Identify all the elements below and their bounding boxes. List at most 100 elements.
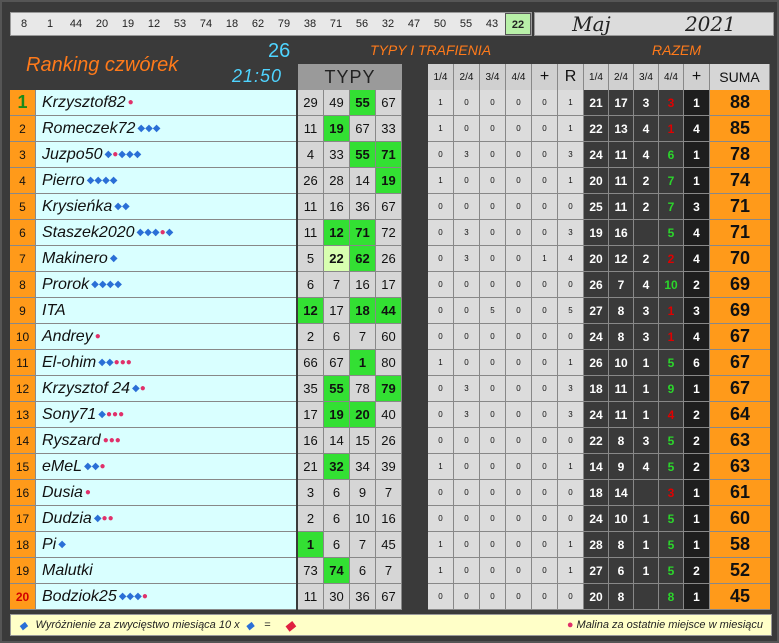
typy-cell: 55 <box>350 142 376 167</box>
typy-cell: 20 <box>350 402 376 427</box>
award-icons: ● <box>95 331 101 342</box>
razem-cell: 1 <box>684 168 710 193</box>
award-icons: ◆◆◆●◆ <box>137 227 174 238</box>
player-row[interactable]: 13 Sony71 ◆●●● <box>10 402 296 428</box>
diamond-icon: ◆ <box>152 123 161 134</box>
player-row[interactable]: 8 Prorok ◆◆◆◆ <box>10 272 296 298</box>
trafienia-cell: 0 <box>506 272 532 297</box>
rank-position: 7 <box>10 246 36 271</box>
typy-cell: 7 <box>350 324 376 349</box>
trafienia-cell: 0 <box>506 376 532 401</box>
trafienia-cell: 0 <box>480 194 506 219</box>
player-row[interactable]: 4 Pierro ◆◆◆◆ <box>10 168 296 194</box>
trafienia-row: 000000 <box>428 428 584 454</box>
player-row[interactable]: 2 Romeczek72 ◆◆◆ <box>10 116 296 142</box>
trafienia-cell: 0 <box>454 324 480 349</box>
razem-cell: 4 <box>634 116 659 141</box>
award-icons: ◆ <box>58 539 66 550</box>
player-row[interactable]: 18 Pi ◆ <box>10 532 296 558</box>
typy-cell: 28 <box>324 168 350 193</box>
razem-row: 14 9 4 5 2 63 <box>584 454 770 480</box>
player-row[interactable]: 9 ITA <box>10 298 296 324</box>
raspberry-icon: ● <box>125 357 132 368</box>
trafienia-cell: 0 <box>480 428 506 453</box>
razem-cell: 22 <box>584 428 609 453</box>
player-row[interactable]: 11 El-ohim ◆◆●●● <box>10 350 296 376</box>
player-row[interactable]: 19 Malutki <box>10 558 296 584</box>
razem-cell <box>634 220 659 245</box>
typy-row: 4 33 55 71 <box>298 142 402 168</box>
trafienia-cell: 0 <box>558 428 584 453</box>
raspberry-icon: ● <box>139 383 146 394</box>
razem-header-row: 1/4 2/4 3/4 4/4 + SUMA <box>584 64 770 90</box>
razem-cell: 8 <box>609 428 634 453</box>
razem-cell: 25 <box>584 194 609 219</box>
razem-row: 25 11 2 7 3 71 <box>584 194 770 220</box>
player-name: Malutki <box>42 561 93 579</box>
razem-cell: 3 <box>634 90 659 115</box>
suma-cell: 67 <box>710 376 770 401</box>
diamond-icon: ◆ <box>114 201 122 212</box>
player-list: 1 Krzysztof82 ● 2 Romeczek72 ◆◆◆ 3 Juzpo50 ◆●◆◆◆… <box>10 90 296 610</box>
razem-row: 24 11 1 4 2 64 <box>584 402 770 428</box>
trafienia-cell: 0 <box>506 428 532 453</box>
award-icons: ●●● <box>103 435 121 446</box>
razem-table: 1/4 2/4 3/4 4/4 + SUMA 21 17 3 3 1 88 22 13 4 1 4 85 24 11 4… <box>584 64 770 610</box>
player-row[interactable]: 16 Dusia ● <box>10 480 296 506</box>
typy-cell: 17 <box>376 272 402 297</box>
trafienia-cell: 0 <box>480 272 506 297</box>
razem-cell: 9 <box>659 376 684 401</box>
trafienia-cell: 0 <box>506 558 532 583</box>
trafienia-cell: 3 <box>454 402 480 427</box>
razem-cell: 7 <box>659 168 684 193</box>
player-row[interactable]: 17 Dudzia ◆●● <box>10 506 296 532</box>
diamond-icon: ◆ <box>165 227 174 238</box>
typy-cell: 26 <box>376 246 402 271</box>
razem-cell: 18 <box>584 480 609 505</box>
legend-footer: ◆ Wyróżnienie za zwycięstwo miesiąca 10 … <box>10 614 772 636</box>
player-row[interactable]: 5 Krysieńka ◆◆ <box>10 194 296 220</box>
trafienia-cell: 0 <box>454 298 480 323</box>
drawn-number: 18 <box>225 18 239 30</box>
razem-cell: 10 <box>609 350 634 375</box>
razem-cell: 20 <box>584 246 609 271</box>
razem-cell: 8 <box>609 298 634 323</box>
player-row[interactable]: 14 Ryszard ●●● <box>10 428 296 454</box>
trafienia-cell: 0 <box>532 116 558 141</box>
trafienia-cell: 3 <box>454 246 480 271</box>
razem-cell: 19 <box>584 220 609 245</box>
diamond-icon: ◆ <box>114 279 122 290</box>
drawn-number: 32 <box>381 18 395 30</box>
razem-cell: 1 <box>634 558 659 583</box>
diamond-icon: ◆ <box>93 513 102 524</box>
ranking-panel: 8 1 44 20 19 12 53 74 18 62 79 38 71 56 32 47 50 55 43 22 M… <box>0 0 779 643</box>
player-row[interactable]: 6 Staszek2020 ◆◆◆●◆ <box>10 220 296 246</box>
player-row[interactable]: 10 Andrey ● <box>10 324 296 350</box>
trafienia-cell: 1 <box>558 558 584 583</box>
typy-row: 17 19 20 40 <box>298 402 402 428</box>
player-row[interactable]: 3 Juzpo50 ◆●◆◆◆ <box>10 142 296 168</box>
razem-cell: 28 <box>584 532 609 557</box>
razem-label: RAZEM <box>652 42 701 58</box>
razem-cell: 4 <box>684 116 710 141</box>
player-row[interactable]: 15 eMeL ◆◆● <box>10 454 296 480</box>
trafienia-cell: 1 <box>428 454 454 479</box>
razem-cell: 27 <box>584 298 609 323</box>
player-row[interactable]: 1 Krzysztof82 ● <box>10 90 296 116</box>
trafienia-cell: 1 <box>558 532 584 557</box>
razem-cell: 11 <box>609 142 634 167</box>
typy-cell: 26 <box>298 168 324 193</box>
player-row[interactable]: 7 Makinero ◆ <box>10 246 296 272</box>
trafienia-cell: 0 <box>480 558 506 583</box>
player-name: Ryszard <box>42 431 101 449</box>
player-row[interactable]: 12 Krzysztof 24 ◆● <box>10 376 296 402</box>
typy-cell: 18 <box>350 298 376 323</box>
razem-cell: 24 <box>584 324 609 349</box>
razem-cell: 2 <box>634 246 659 271</box>
typy-cell: 11 <box>298 116 324 141</box>
player-name: Bodziok25 <box>42 587 117 605</box>
razem-cell: 3 <box>659 480 684 505</box>
player-row[interactable]: 20 Bodziok25 ◆◆◆● <box>10 584 296 610</box>
drawn-number: 74 <box>199 18 213 30</box>
trafienia-cell: 0 <box>532 220 558 245</box>
